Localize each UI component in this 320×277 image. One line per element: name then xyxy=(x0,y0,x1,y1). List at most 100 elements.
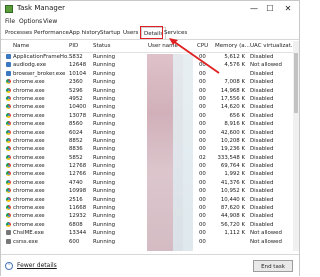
table-row[interactable]: ApplicationFrameHo... 5832 Running 00 5,612 … xyxy=(1,53,291,61)
cell-status: Running xyxy=(93,188,116,195)
scrollbar-thumb[interactable] xyxy=(294,53,298,113)
header-pid[interactable]: PID xyxy=(69,43,78,49)
chrome-icon xyxy=(6,213,11,219)
vertical-scrollbar[interactable] xyxy=(293,41,299,251)
table-row[interactable]: chrome.exe 12932 Running 00 44,908 K Disabled xyxy=(1,212,291,220)
cell-pid: 4740 xyxy=(69,179,83,186)
cell-pid: 13344 xyxy=(69,230,87,237)
tab-app-history[interactable]: App history xyxy=(69,27,100,39)
tab-performance[interactable]: Performance xyxy=(34,27,69,39)
table-row[interactable]: ChsIME.exe 13344 Running 00 1,112 K Not allow… xyxy=(1,229,291,237)
cell-memory: 656 K xyxy=(229,112,245,119)
table-row[interactable]: chrome.exe 12768 Running 00 69,764 K Disabled xyxy=(1,162,291,170)
table-row[interactable]: chrome.exe 6808 Running 00 56,720 K Disabled xyxy=(1,221,291,229)
end-task-button[interactable]: End task xyxy=(253,260,293,272)
table-row[interactable]: chrome.exe 10998 Running 00 10,952 K Disabled xyxy=(1,187,291,195)
table-row[interactable]: chrome.exe 5852 Running 02 333,548 K Disabled xyxy=(1,154,291,162)
fewer-details-link[interactable]: Fewer details xyxy=(17,262,57,269)
table-row[interactable]: chrome.exe 5296 Running 00 14,968 K Disabled xyxy=(1,87,291,95)
table-row[interactable]: chrome.exe 13078 Running 00 656 K Disabled xyxy=(1,112,291,120)
table-row[interactable]: chrome.exe 8852 Running 00 10,208 K Disabled xyxy=(1,137,291,145)
tab-processes[interactable]: Processes xyxy=(5,27,32,39)
table-row[interactable]: audiodg.exe 12648 Running 00 4,576 K Not allo… xyxy=(1,61,291,69)
cell-cpu: 00 xyxy=(199,87,206,94)
cell-uac: Disabled xyxy=(250,137,274,144)
cell-uac: Disabled xyxy=(250,179,274,186)
table-row[interactable]: chrome.exe 12766 Running 00 1,992 K Disabled xyxy=(1,170,291,178)
cell-uac: Disabled xyxy=(250,87,274,94)
cell-memory: 10,952 K xyxy=(220,188,245,195)
cell-uac: Disabled xyxy=(250,112,274,119)
cell-cpu: 00 xyxy=(199,179,206,186)
cell-name: chrome.exe xyxy=(13,137,45,144)
cell-cpu: 00 xyxy=(199,146,206,153)
cell-status: Running xyxy=(93,196,116,203)
table-row[interactable]: chrome.exe 4740 Running 00 41,376 K Disabled xyxy=(1,179,291,187)
cell-pid: 12648 xyxy=(69,62,87,69)
chrome-icon xyxy=(6,196,11,202)
table-row[interactable]: chrome.exe 10400 Running 00 14,620 K Disabled xyxy=(1,103,291,111)
table-row[interactable]: browser_broker.exe 10104 Running 00 Disabled xyxy=(1,70,291,78)
cell-pid: 12766 xyxy=(69,171,87,178)
table-row[interactable]: chrome.exe 4952 Running 00 17,556 K Disabled xyxy=(1,95,291,103)
cell-cpu: 00 xyxy=(199,171,206,178)
process-icon xyxy=(6,62,11,68)
table-row[interactable]: chrome.exe 8836 Running 00 19,236 K Disabled xyxy=(1,145,291,153)
cell-status: Running xyxy=(93,54,116,60)
cell-cpu: 00 xyxy=(199,112,206,119)
cell-status: Running xyxy=(93,104,116,111)
menu-file[interactable]: File xyxy=(5,17,15,27)
close-button[interactable]: ✕ xyxy=(281,3,295,14)
header-uac[interactable]: UAC virtualizat... xyxy=(250,43,296,49)
cell-name: chrome.exe xyxy=(13,129,45,136)
header-name[interactable]: Name xyxy=(13,43,29,49)
cell-uac: Disabled xyxy=(250,79,274,86)
cell-status: Running xyxy=(93,129,116,136)
cell-cpu: 00 xyxy=(199,196,206,203)
cell-name: chrome.exe xyxy=(13,154,45,161)
table-row[interactable]: chrome.exe 11668 Running 00 87,620 K Disabled xyxy=(1,204,291,212)
cell-cpu: 00 xyxy=(199,238,206,245)
cell-name: audiodg.exe xyxy=(13,62,47,69)
cell-cpu: 00 xyxy=(199,163,206,170)
cell-memory: 41,376 K xyxy=(220,179,245,186)
cell-status: Running xyxy=(93,213,116,220)
cell-status: Running xyxy=(93,121,116,128)
chrome-icon xyxy=(6,179,11,185)
cell-pid: 2516 xyxy=(69,196,83,203)
cell-cpu: 00 xyxy=(199,95,206,102)
cell-status: Running xyxy=(93,112,116,119)
table-row[interactable]: chrome.exe 2516 Running 00 10,440 K Disabled xyxy=(1,196,291,204)
tab-users[interactable]: Users xyxy=(123,27,138,39)
cell-status: Running xyxy=(93,221,116,228)
cell-name: csrss.exe xyxy=(13,238,38,245)
minimize-button[interactable]: — xyxy=(247,3,261,14)
menu-view[interactable]: View xyxy=(43,17,57,27)
table-row[interactable]: chrome.exe 2360 Running 00 7,008 K Disabled xyxy=(1,78,291,86)
cell-pid: 10998 xyxy=(69,188,87,195)
cell-cpu: 00 xyxy=(199,121,206,128)
cell-memory: 14,968 K xyxy=(220,87,245,94)
header-status[interactable]: Status xyxy=(93,43,111,49)
cell-memory: 8,916 K xyxy=(224,121,245,128)
chevron-up-icon[interactable]: ⌃ xyxy=(5,262,13,270)
table-row[interactable]: chrome.exe 8560 Running 00 8,916 K Disabled xyxy=(1,120,291,128)
cell-uac: Disabled xyxy=(250,205,274,212)
cell-name: chrome.exe xyxy=(13,121,45,128)
cell-name: chrome.exe xyxy=(13,213,45,220)
chrome-icon xyxy=(6,146,11,152)
table-row[interactable]: chrome.exe 6024 Running 00 42,600 K Disabled xyxy=(1,129,291,137)
cell-name: browser_broker.exe xyxy=(13,70,66,77)
chrome-icon xyxy=(6,87,11,93)
menu-options[interactable]: Options xyxy=(19,17,42,27)
cell-name: chrome.exe xyxy=(13,104,45,111)
chrome-icon xyxy=(6,104,11,110)
cell-pid: 6808 xyxy=(69,221,83,228)
chrome-icon xyxy=(6,121,11,127)
maximize-button[interactable]: ☐ xyxy=(263,3,277,14)
tab-startup[interactable]: Startup xyxy=(100,27,120,39)
cell-pid: 8560 xyxy=(69,121,83,128)
cell-cpu: 00 xyxy=(199,230,206,237)
cell-pid: 600 xyxy=(69,238,80,245)
table-row[interactable]: csrss.exe 600 Running 00 Not allowed xyxy=(1,238,291,246)
